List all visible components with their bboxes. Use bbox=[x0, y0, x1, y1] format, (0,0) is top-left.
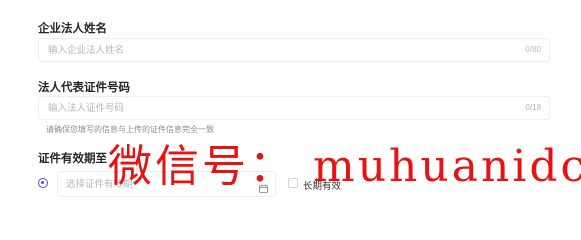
legal-name-char-count: 0/80 bbox=[525, 45, 541, 54]
validity-date-field[interactable] bbox=[57, 171, 276, 197]
long-term-checkbox[interactable] bbox=[288, 178, 298, 188]
long-term-label: 长期有效 bbox=[303, 181, 342, 192]
legal-name-input[interactable] bbox=[48, 39, 488, 61]
calendar-icon[interactable] bbox=[259, 180, 268, 193]
legal-name-label: 企业法人姓名 bbox=[38, 23, 107, 35]
id-number-hint: 请确保您填写的信息与上传的证件信息完全一致 bbox=[46, 125, 214, 134]
id-number-label: 法人代表证件号码 bbox=[38, 82, 130, 94]
legal-name-field[interactable]: 0/80 bbox=[38, 38, 550, 62]
id-number-input[interactable] bbox=[48, 97, 488, 119]
id-number-char-count: 0/18 bbox=[525, 103, 541, 112]
validity-date-radio[interactable] bbox=[38, 178, 48, 188]
validity-date-input[interactable] bbox=[66, 172, 246, 196]
id-number-field[interactable]: 0/18 bbox=[38, 96, 550, 120]
validity-label: 证件有效期至 bbox=[38, 153, 107, 165]
